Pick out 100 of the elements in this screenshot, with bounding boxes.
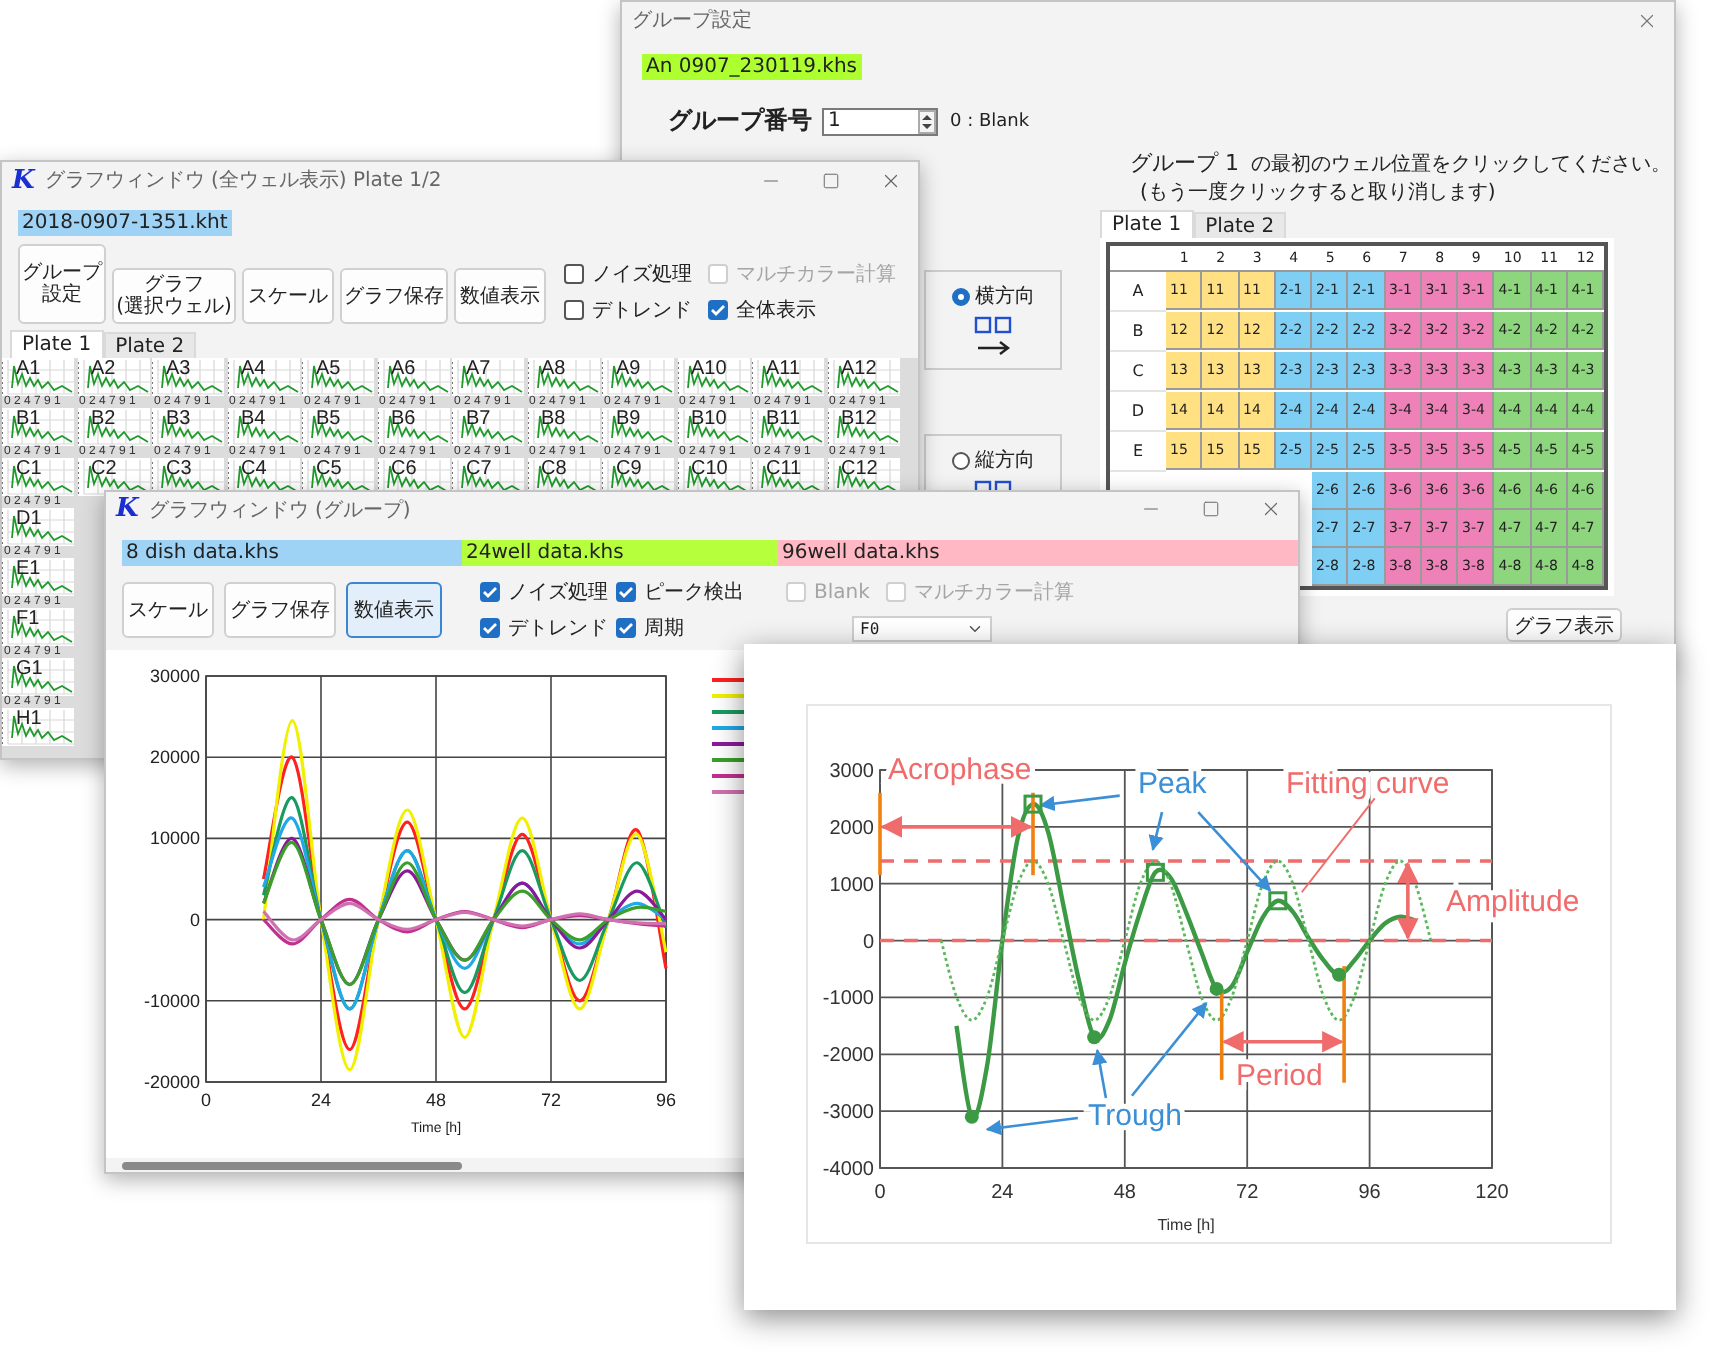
axis-label: 0: [874, 1182, 886, 1204]
check-icon: [618, 620, 634, 636]
mini-chart: [302, 408, 374, 446]
well-label: C12: [841, 460, 878, 480]
instruction-text: の最初のウェル位置をクリックしてください。: [1251, 151, 1671, 178]
well-label: C7: [466, 460, 492, 480]
number-field[interactable]: 1: [822, 107, 938, 135]
tab[interactable]: Plate 1: [1100, 210, 1194, 238]
mini-chart: [377, 408, 449, 446]
well-label: C6: [391, 460, 417, 480]
tab[interactable]: Plate 1: [10, 330, 104, 358]
mini-chart: [77, 408, 149, 446]
toolbar-button[interactable]: グループ 設定: [18, 244, 106, 324]
toolbar-button[interactable]: 数値表示: [346, 582, 442, 638]
axis-label: 96: [1358, 1182, 1381, 1204]
toolbar-button[interactable]: スケール: [122, 582, 214, 638]
well-label: F1: [16, 610, 40, 630]
well-label: A9: [616, 360, 641, 380]
maximize-icon[interactable]: [1202, 500, 1220, 518]
toolbar-button[interactable]: スケール: [242, 268, 334, 324]
checkbox[interactable]: デトレンド: [564, 296, 692, 324]
mini-chart: [527, 408, 599, 446]
axis-label: 96: [656, 1090, 676, 1110]
well-label: G1: [16, 660, 43, 680]
axis-label: 72: [1236, 1182, 1259, 1204]
check-icon: [482, 584, 498, 600]
axis-label: 10000: [149, 828, 200, 849]
axis-label: 1000: [829, 874, 874, 897]
toolbar-button[interactable]: 数値表示: [454, 268, 546, 324]
well-label: A4: [241, 360, 266, 380]
spinner-arrows-icon[interactable]: [918, 109, 936, 133]
check-icon: [710, 302, 726, 318]
radio-button[interactable]: 縦方向: [951, 446, 1035, 474]
app-logo: K: [12, 167, 35, 193]
point: [1209, 981, 1224, 996]
file-name: An 0907_230119.khs: [642, 54, 861, 80]
tab[interactable]: Plate 2: [1193, 212, 1287, 238]
window-title: グループ設定: [632, 7, 754, 34]
well-label: A6: [391, 360, 416, 380]
axis-title: Time [h]: [1157, 1216, 1215, 1234]
mini-chart: [452, 408, 524, 446]
maximize-icon[interactable]: [822, 171, 840, 189]
well-label: E1: [16, 560, 41, 580]
close-icon[interactable]: [880, 169, 902, 191]
radio-button[interactable]: 横方向: [951, 282, 1035, 310]
mini-chart: [602, 408, 674, 446]
axis-label: -2000: [822, 1045, 874, 1068]
well-label: C5: [316, 460, 342, 480]
well-label: B3: [166, 410, 191, 430]
mini-chart: [752, 408, 824, 446]
well-label: A7: [466, 360, 491, 380]
axis-label: 48: [1113, 1182, 1136, 1204]
instruction-note: (もう一度クリックすると取り消します): [1140, 179, 1498, 206]
checkbox[interactable]: 周期: [616, 614, 744, 642]
toolbar-button[interactable]: グラフ保存: [224, 582, 336, 638]
checkbox[interactable]: ノイズ処理: [564, 260, 692, 288]
close-icon[interactable]: [1260, 498, 1282, 520]
well-label: B1: [16, 410, 41, 430]
window-title: グラフウィンドウ (グループ): [148, 497, 413, 523]
toolbar-button[interactable]: グラフ保存: [340, 268, 448, 324]
well-label: C9: [616, 460, 642, 480]
horizontal-scrollbar[interactable]: [122, 1161, 462, 1169]
axis-label: 24: [311, 1090, 331, 1110]
axis-label: 0: [201, 1090, 211, 1110]
checkbox[interactable]: ノイズ処理: [480, 578, 616, 606]
axis-label: 48: [426, 1090, 446, 1110]
checkbox[interactable]: デトレンド: [480, 614, 616, 642]
file-name: 8 dish data.khs: [122, 540, 462, 566]
axis-label: 3000: [829, 761, 874, 783]
axis-label: 20000: [149, 747, 200, 768]
check-icon: [482, 620, 498, 636]
checkbox[interactable]: 全体表示: [708, 296, 896, 324]
well-label: C8: [541, 460, 567, 480]
chevron-icon: [966, 620, 984, 638]
mini-chart: [677, 408, 749, 446]
annotation-label: Fitting curve: [1286, 767, 1450, 801]
well-label: A12: [841, 360, 877, 380]
show-graph-button[interactable]: グラフ表示: [1506, 608, 1622, 642]
toolbar-button[interactable]: グラフ (選択ウェル): [112, 268, 236, 324]
well-label: C4: [241, 460, 267, 480]
well-label: C10: [691, 460, 728, 480]
well-label: B7: [466, 410, 491, 430]
file-name: 2018-0907-1351.kht: [18, 210, 232, 236]
axis-label: -20000: [143, 1072, 200, 1092]
window-title: グラフウィンドウ (全ウェル表示) Plate 1/2: [44, 167, 444, 194]
dropdown[interactable]: F0: [852, 616, 992, 642]
close-icon[interactable]: [1636, 9, 1658, 31]
point: [1087, 1030, 1102, 1045]
point: [1332, 967, 1346, 982]
group-heading: グループ 1: [1130, 148, 1239, 178]
checkbox[interactable]: ピーク検出: [616, 578, 744, 606]
well-label: C2: [91, 460, 117, 480]
axis-label: -1000: [822, 988, 874, 1011]
well-label: B6: [391, 410, 416, 430]
grid-icon: [973, 316, 1013, 334]
tab[interactable]: Plate 2: [103, 332, 197, 358]
file-name: 96well data.khs: [778, 540, 1298, 566]
well-label: B8: [541, 410, 566, 430]
well-label: A1: [16, 360, 41, 380]
well-label: B9: [616, 410, 641, 430]
